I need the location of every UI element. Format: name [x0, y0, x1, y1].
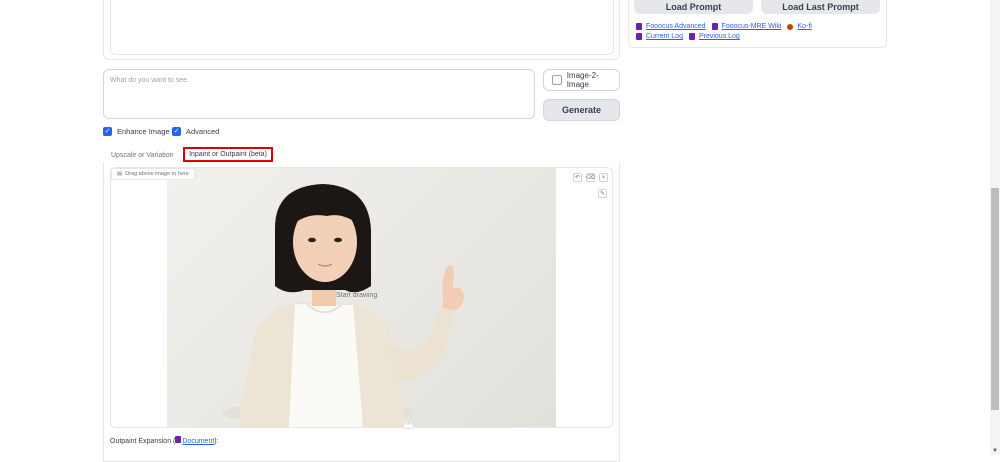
check-icon[interactable]: ✓: [172, 127, 181, 136]
link-current-log[interactable]: Current Log: [646, 33, 683, 40]
book-icon: [636, 23, 642, 30]
prompt-input[interactable]: What do you want to see.: [103, 69, 535, 119]
links-row-1: Fooocus Advanced Fooocus-MRE Wiki Ko-fi: [636, 23, 812, 30]
advanced-label: Advanced: [186, 127, 220, 136]
enhance-image-checkbox[interactable]: ✓ Enhance Image: [103, 127, 170, 136]
clear-icon[interactable]: ⌫: [586, 173, 595, 182]
drag-image-label: ▤ Drag above image to here: [111, 168, 195, 180]
chevron-up-icon[interactable]: ^: [403, 422, 414, 429]
checkbox-icon[interactable]: [552, 75, 562, 85]
book-icon: [688, 33, 695, 40]
links-row-2: Current Log Previous Log: [636, 33, 740, 40]
kofi-icon: [787, 23, 794, 30]
link-fooocus-advanced[interactable]: Fooocus Advanced: [646, 23, 706, 30]
tab-inpaint-or-outpaint[interactable]: Inpaint or Outpaint (beta): [183, 147, 273, 162]
close-icon[interactable]: ×: [599, 173, 608, 182]
load-prompt-button[interactable]: Load Prompt: [634, 0, 753, 14]
link-ko-fi[interactable]: Ko-fi: [797, 23, 811, 30]
output-textarea[interactable]: [110, 0, 614, 55]
start-drawing-hint: Start drawing: [336, 292, 378, 299]
image2image-label: Image-2-Image: [566, 71, 599, 89]
tab-upscale-or-variation[interactable]: Upscale or Variation: [111, 149, 174, 161]
brush-icon[interactable]: ✎: [598, 189, 607, 198]
book-icon: [711, 23, 718, 30]
book-icon: [636, 33, 642, 40]
scroll-down-icon[interactable]: ▼: [990, 446, 1000, 455]
undo-icon[interactable]: ↶: [573, 173, 582, 182]
document-link[interactable]: Document: [182, 438, 214, 445]
check-icon[interactable]: ✓: [103, 127, 112, 136]
outpaint-expansion-label: Outpaint Expansion (Document):: [110, 436, 219, 445]
image-icon: ▤: [117, 171, 123, 177]
link-previous-log[interactable]: Previous Log: [699, 33, 740, 40]
enhance-image-label: Enhance Image: [117, 127, 170, 136]
book-icon: [175, 436, 182, 443]
link-fooocus-mre-wiki[interactable]: Fooocus-MRE Wiki: [722, 23, 782, 30]
scrollbar-thumb[interactable]: [991, 188, 999, 410]
advanced-checkbox[interactable]: ✓ Advanced: [172, 127, 219, 136]
generate-button[interactable]: Generate: [543, 99, 620, 121]
image2image-checkbox[interactable]: Image-2-Image: [543, 69, 620, 91]
load-last-prompt-button[interactable]: Load Last Prompt: [761, 0, 880, 14]
